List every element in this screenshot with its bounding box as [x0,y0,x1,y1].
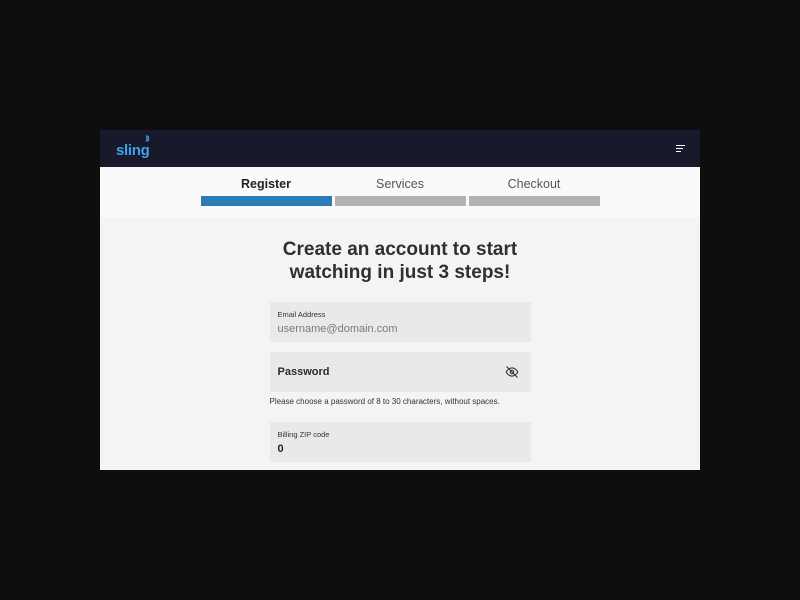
page-title: Create an account to start watching in j… [282,239,518,283]
password-field[interactable]: Password [269,352,531,392]
logo-signal-icon: ))) [145,135,150,142]
eye-off-icon[interactable] [505,365,519,379]
zip-label: Billing ZIP code [277,430,330,439]
password-label: Password [277,366,330,378]
logo-text: sling [116,141,150,159]
email-input[interactable] [277,323,523,335]
step-bar [468,196,600,206]
step-services: Services [334,177,466,217]
hamburger-menu-icon[interactable] [676,145,685,152]
password-hint: Please choose a password of 8 to 30 char… [269,397,500,406]
top-bar: ))) sling [100,130,700,167]
step-label: Checkout [507,177,561,191]
step-register: Register [200,177,332,217]
zip-input[interactable]: 0 [278,443,523,455]
step-label: Register [240,177,292,191]
email-field[interactable]: Email Address [269,302,531,342]
sling-logo[interactable]: ))) sling [116,135,150,159]
step-bar [200,196,332,206]
email-label: Email Address [277,310,326,319]
progress-steps: Register Services Checkout [100,167,700,217]
step-label: Services [376,177,424,191]
step-bar [334,196,466,206]
app-frame: ))) sling Register Services Checkout Cre… [100,130,700,470]
step-checkout: Checkout [468,177,600,217]
zip-field[interactable]: Billing ZIP code 0 [269,422,531,462]
registration-form: Create an account to start watching in j… [100,217,700,462]
